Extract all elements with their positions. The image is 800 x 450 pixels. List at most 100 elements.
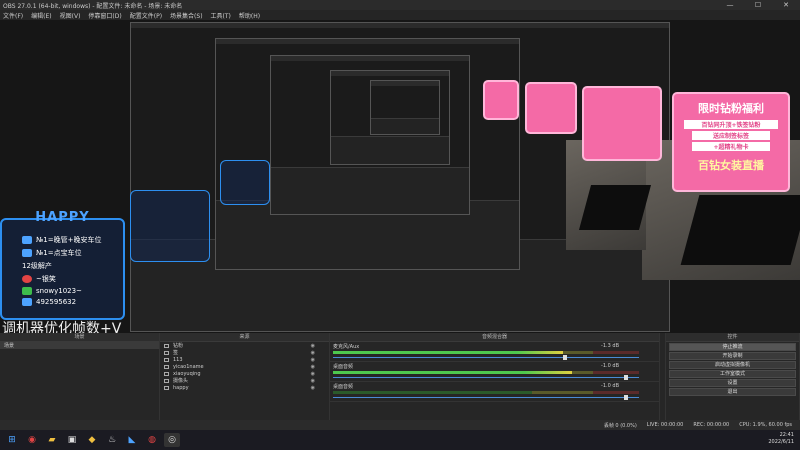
virtual-camera-button[interactable]: 启动虚拟摄像机 [669,361,796,369]
source-type-icon [164,371,169,376]
volume-slider-knob[interactable] [623,375,628,380]
mixer-channel: 桌面音频 -1.0 dB [330,382,659,402]
maximize-button[interactable]: ☐ [744,0,772,10]
menu-edit[interactable]: 编辑(E) [31,11,51,20]
mixer-channel: 桌面音频 -1.0 dB [330,362,659,382]
eye-icon[interactable]: ◉ [311,343,315,349]
studio-mode-button[interactable]: 工作室模式 [669,370,796,378]
window-controls: — ☐ ✕ [716,0,800,10]
eye-icon[interactable]: ◉ [311,371,315,377]
settings-button[interactable]: 设置 [669,379,796,387]
start-recording-button[interactable]: 开始录制 [669,352,796,360]
chrome-icon[interactable]: ◍ [144,433,160,447]
game-icon[interactable]: ◆ [84,433,100,447]
wechat-icon [22,287,32,295]
guard-icon [22,236,32,244]
system-tray[interactable]: 22:41 2022/6/11 [768,432,794,446]
folder-icon[interactable]: ▰ [44,433,60,447]
source-type-icon [164,357,169,362]
scene-item[interactable]: 场景 [0,342,159,349]
sources-dock: 来源 钻粉 ◉ 签 ◉ 113 ◉ yicao1name ◉ xiaoyuqing ◉ 摄… [160,333,330,430]
netease-music-icon[interactable]: ◉ [24,433,40,447]
steam-icon[interactable]: ♨ [104,433,120,447]
volume-meter [333,371,639,374]
eye-icon[interactable]: ◉ [311,364,315,370]
menu-profile[interactable]: 配置文件(P) [130,11,162,20]
promo-line: №1=点宝车位 [2,248,123,258]
windows-start-icon[interactable]: ⊞ [4,433,20,447]
promo-badge: 限时钻粉福利 百钻同升顶+铁签钻粉 送应制签标签 +超精礼物卡 百钻女装直播 [672,92,790,192]
badge-sub1: 百钻同升顶+铁签钻粉 [684,120,778,129]
taskbar: ⊞ ◉ ▰ ▣ ◆ ♨ ◣ ◍ ◎ 22:41 2022/6/11 [0,430,800,450]
volume-slider-knob[interactable] [623,395,628,400]
mixer-channel: 麦克风/Aux -1.3 dB [330,342,659,362]
source-type-icon [164,385,169,390]
app-icon[interactable]: ▣ [64,433,80,447]
window-title: OBS 27.0.1 (64-bit, windows) - 配置文件: 未命名… [3,2,183,10]
clock-time: 22:41 [779,432,794,438]
source-item[interactable]: happy ◉ [160,384,329,391]
badge-bottom: 百钻女装直播 [698,159,764,172]
nested-capture-5 [370,80,440,135]
promo-overlay-mirror [220,160,270,205]
source-type-icon [164,343,169,348]
app-icon[interactable]: ◣ [124,433,140,447]
menu-tools[interactable]: 工具(T) [211,11,231,20]
mousepad-image [680,195,800,265]
source-type-icon [164,378,169,383]
minimize-button[interactable]: — [716,0,744,10]
controls-dock: 控件 停止推流 开始录制 启动虚拟摄像机 工作室模式 设置 退出 [666,333,800,430]
promo-overlay: HAPPY №1=晚管+晚安车位 №1=点宝车位 12级解产 ~银笑 snowy… [0,210,125,320]
channel-db: -1.3 dB [601,343,619,349]
menu-scene-collection[interactable]: 场景集合(S) [170,11,203,20]
badge-sub2: 送应制签标签 [692,131,770,140]
menu-file[interactable]: 文件(F) [3,11,23,20]
stop-streaming-button[interactable]: 停止推流 [669,343,796,351]
volume-slider[interactable] [333,355,639,360]
close-button[interactable]: ✕ [772,0,800,10]
source-item[interactable]: yicao1name ◉ [160,363,329,370]
source-item[interactable]: 钻粉 ◉ [160,342,329,349]
promo-line: snowy1023~ [2,287,123,295]
source-item[interactable]: 113 ◉ [160,356,329,363]
dock-area: 场景 场景 + − ∧ ∨ 来源 钻粉◉ 签◉ 113◉ yicao1name◉… [0,333,800,430]
rec-time: REC: 00:00:00 [693,422,730,428]
source-type-icon [164,364,169,369]
badge-sub3: +超精礼物卡 [692,142,770,151]
sources-header: 来源 [160,333,329,342]
source-item[interactable]: 签 ◉ [160,349,329,356]
badge-title: 限时钻粉福利 [698,102,764,115]
menu-docks[interactable]: 停靠窗口(D) [88,11,121,20]
mousepad-image-small [578,185,652,230]
promo-header: HAPPY [35,210,90,225]
eye-icon[interactable]: ◉ [311,357,315,363]
volume-slider[interactable] [333,375,639,380]
menu-help[interactable]: 帮助(H) [239,11,260,20]
source-item[interactable]: xiaoyuqing ◉ [160,370,329,377]
clock-date: 2022/6/11 [768,439,794,445]
mixer-header: 音频混合器 [330,333,659,342]
promo-line: 492595632 [2,298,123,306]
eye-icon[interactable]: ◉ [311,378,315,384]
channel-name: 麦克风/Aux [333,344,360,350]
source-item[interactable]: 摄像头 ◉ [160,377,329,384]
menu-bar: 文件(F) 编辑(E) 视图(V) 停靠窗口(D) 配置文件(P) 场景集合(S… [0,10,800,20]
channel-db: -1.0 dB [601,383,619,389]
promo-line: 12级解产 [22,262,52,270]
menu-view[interactable]: 视图(V) [60,11,81,20]
exit-button[interactable]: 退出 [669,388,796,396]
promo-line: ~银笑 [2,274,123,284]
volume-meter [333,351,639,354]
eye-icon[interactable]: ◉ [311,350,315,356]
volume-slider[interactable] [333,395,639,400]
preview-canvas[interactable]: HAPPY №1=晚管+晚安车位 №1=点宝车位 12级解产 ~银笑 snowy… [0,20,800,333]
title-bar: OBS 27.0.1 (64-bit, windows) - 配置文件: 未命名… [0,0,800,10]
dropped-frames: 丢帧 0 (0.0%) [603,422,637,429]
obs-icon[interactable]: ◎ [164,433,180,447]
weibo-icon [22,275,32,283]
channel-db: -1.0 dB [601,363,619,369]
audio-mixer-dock: 音频混合器 麦克风/Aux -1.3 dB 桌面音频 -1.0 dB 桌面音频 … [330,333,660,430]
eye-icon[interactable]: ◉ [311,385,315,391]
scenes-dock: 场景 场景 + − ∧ ∨ [0,333,160,430]
volume-slider-knob[interactable] [562,355,567,360]
